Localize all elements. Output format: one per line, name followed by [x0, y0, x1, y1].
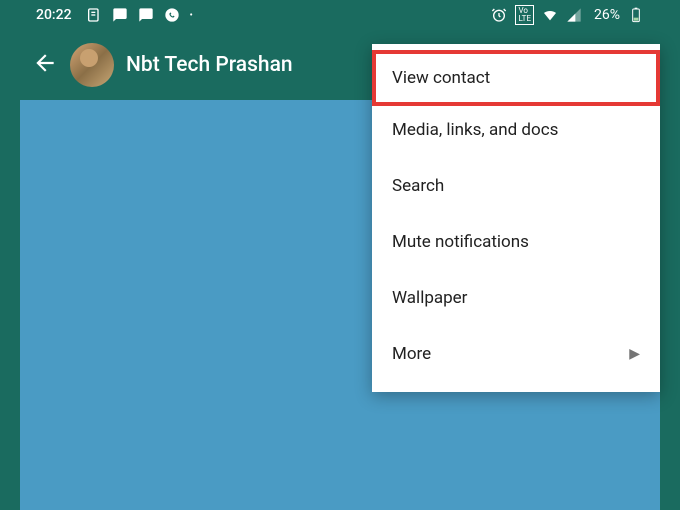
- overflow-menu: View contact Media, links, and docs Sear…: [372, 44, 660, 392]
- avatar[interactable]: [70, 43, 114, 87]
- chevron-right-icon: ▶: [629, 346, 640, 362]
- chat-icon: [112, 7, 128, 23]
- alarm-icon: [491, 7, 507, 23]
- back-button[interactable]: [32, 50, 58, 80]
- status-right-icons: VoLTE 26%: [491, 5, 644, 25]
- signal-icon: [566, 7, 582, 23]
- chat-icon-2: [138, 7, 154, 23]
- wifi-icon: [542, 7, 558, 23]
- contact-name[interactable]: Nbt Tech Prashan: [126, 53, 293, 77]
- battery-text: 26%: [594, 7, 620, 23]
- menu-item-label: View contact: [392, 68, 490, 88]
- menu-item-label: Wallpaper: [392, 288, 467, 308]
- menu-item-more[interactable]: More ▶: [372, 326, 660, 382]
- menu-item-search[interactable]: Search: [372, 158, 660, 214]
- menu-item-wallpaper[interactable]: Wallpaper: [372, 270, 660, 326]
- menu-item-label: Search: [392, 176, 444, 196]
- status-time: 20:22: [36, 7, 72, 23]
- menu-item-mute[interactable]: Mute notifications: [372, 214, 660, 270]
- menu-item-label: Media, links, and docs: [392, 120, 558, 140]
- menu-item-media[interactable]: Media, links, and docs: [372, 102, 660, 158]
- volte-icon: VoLTE: [515, 5, 534, 25]
- phone-icon: [164, 7, 180, 23]
- status-left-icons: •: [86, 7, 193, 23]
- phone-frame: 20:22 • VoLTE: [20, 0, 660, 510]
- status-bar: 20:22 • VoLTE: [20, 0, 660, 30]
- menu-item-label: More: [392, 344, 431, 364]
- menu-item-view-contact[interactable]: View contact: [372, 50, 660, 106]
- battery-icon: [628, 7, 644, 23]
- notes-icon: [86, 7, 102, 23]
- dot-icon: •: [190, 10, 193, 21]
- menu-item-label: Mute notifications: [392, 232, 529, 252]
